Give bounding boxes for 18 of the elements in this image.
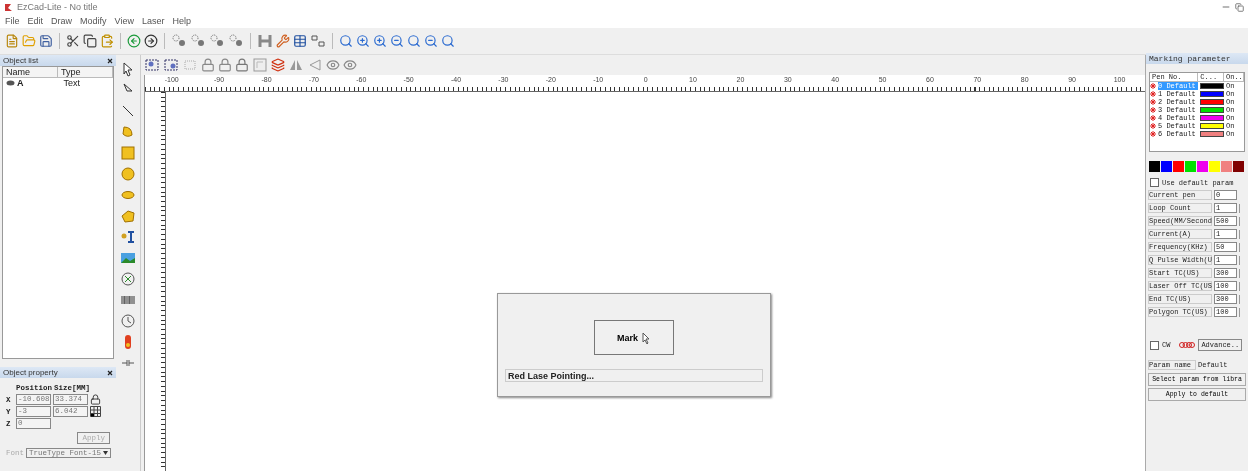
menu-item[interactable]: View [114,16,134,26]
panel-title: Marking parameter [1149,54,1231,63]
mark-button[interactable]: Mark [594,320,674,355]
window-title: EzCad-Lite - No title [17,2,99,12]
menu-item[interactable]: Edit [27,16,44,26]
menu-item[interactable]: Laser [141,16,165,26]
status-text: Red Lase Pointing... [505,369,763,382]
menu-item[interactable]: Modify [80,16,107,26]
menu-item[interactable]: Draw [51,16,73,26]
panel-title: Object list [3,56,39,65]
panel-title: Object property [3,368,58,377]
object-name: A [17,78,25,88]
menu-item[interactable]: Help [172,16,191,26]
object-type: Text [63,78,81,88]
column-header[interactable]: Name [3,67,58,78]
menu-item[interactable]: File [5,16,20,26]
object-row[interactable]: A Text [3,78,113,88]
column-header[interactable]: Type [58,67,113,78]
